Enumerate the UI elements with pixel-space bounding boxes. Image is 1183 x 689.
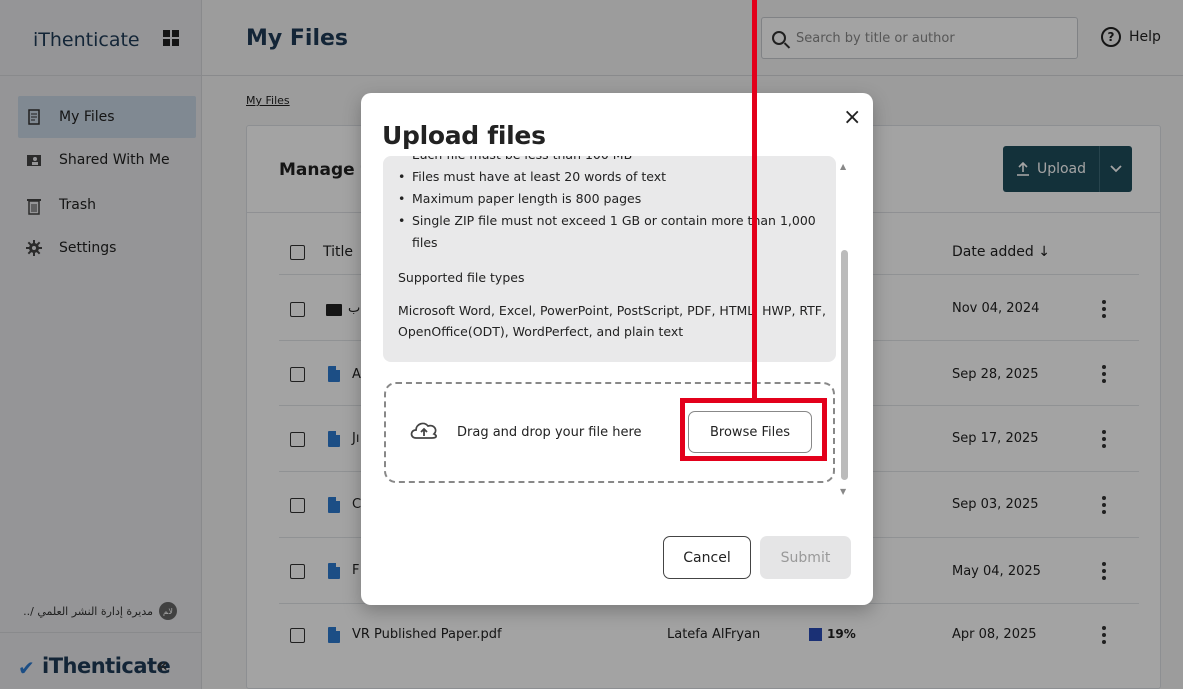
supported-types-heading: Supported file types [398, 270, 525, 285]
requirement-item: Single ZIP file must not exceed 1 GB or … [398, 210, 828, 254]
scrollbar-thumb[interactable] [841, 250, 848, 480]
requirement-item: Each file must be less than 100 MB [398, 156, 828, 166]
cancel-button[interactable]: Cancel [663, 536, 751, 579]
scroll-down-arrow-icon[interactable]: ▼ [840, 487, 846, 496]
submit-button[interactable]: Submit [760, 536, 851, 579]
dropzone-label: Drag and drop your file here [457, 425, 642, 440]
dialog-title: Upload files [382, 121, 546, 150]
scroll-up-arrow-icon[interactable]: ▲ [840, 162, 846, 171]
requirement-item: Files must have at least 20 words of tex… [398, 166, 828, 188]
supported-types-text: Microsoft Word, Excel, PowerPoint, PostS… [398, 303, 826, 339]
requirement-item: Maximum paper length is 800 pages [398, 188, 828, 210]
requirements-panel: Each file must be less than 100 MB Files… [383, 156, 836, 362]
annotation-highlight-box [680, 398, 827, 461]
cloud-upload-icon [410, 422, 438, 439]
requirements-list: Each file must be less than 100 MB Files… [398, 156, 828, 254]
annotation-arrow-line [752, 0, 757, 398]
close-icon[interactable]: × [843, 105, 861, 130]
